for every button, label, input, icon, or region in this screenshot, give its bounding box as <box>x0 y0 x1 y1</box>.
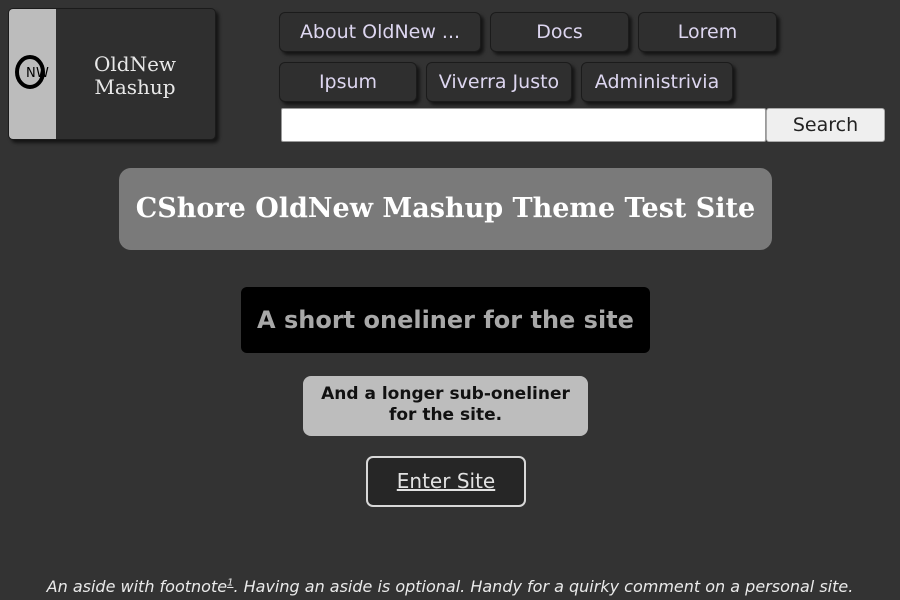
site-sub-oneliner: And a longer sub-oneliner for the site. <box>303 376 588 436</box>
sub-oneliner-line-2: for the site. <box>388 405 503 425</box>
logo-line-2: Mashup <box>94 75 176 99</box>
aside-before: An aside with footnote <box>46 577 228 596</box>
search-button[interactable]: Search <box>766 108 885 142</box>
site-logo[interactable]: N W OldNew Mashup <box>8 8 216 140</box>
logo-mark-letter-w: W <box>36 66 49 81</box>
logo-mark-letter-n: N <box>26 66 36 81</box>
nav-item-viverra-justo[interactable]: Viverra Justo <box>426 62 572 102</box>
site-oneliner: A short oneliner for the site <box>241 287 650 353</box>
nav-item-administrivia[interactable]: Administrivia <box>581 62 733 102</box>
search-input[interactable] <box>281 108 766 142</box>
logo-text: OldNew Mashup <box>57 53 213 99</box>
logo-mark-icon: N W <box>15 55 49 89</box>
logo-line-1: OldNew <box>93 52 177 76</box>
site-title: CShore OldNew Mashup Theme Test Site <box>119 168 772 250</box>
sub-oneliner-line-1: And a longer sub-oneliner <box>321 384 570 404</box>
aside-text: An aside with footnote1. Having an aside… <box>0 576 900 598</box>
enter-site-button[interactable]: Enter Site <box>366 456 526 507</box>
nav-item-about[interactable]: About OldNew ... <box>279 12 481 52</box>
nav-item-docs[interactable]: Docs <box>490 12 629 52</box>
nav-item-lorem[interactable]: Lorem <box>638 12 777 52</box>
nav-item-ipsum[interactable]: Ipsum <box>279 62 417 102</box>
aside-after: . Having an aside is optional. Handy for… <box>233 577 854 596</box>
